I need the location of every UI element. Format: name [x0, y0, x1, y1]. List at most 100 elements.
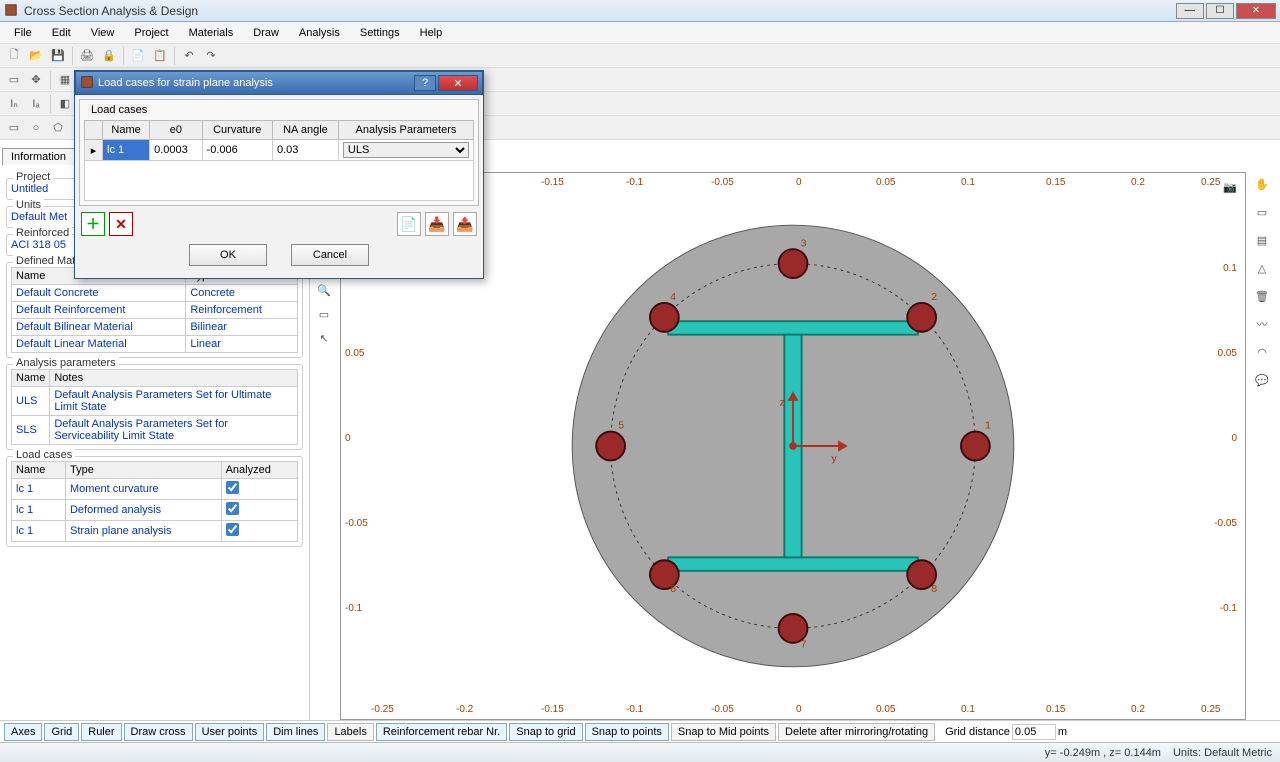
analyzed-check[interactable]: [226, 481, 239, 494]
table-row: ULSDefault Analysis Parameters Set for U…: [12, 387, 298, 416]
menu-project[interactable]: Project: [124, 25, 178, 41]
analyzed-check[interactable]: [226, 523, 239, 536]
toggle-snappoints[interactable]: Snap to points: [585, 723, 669, 741]
dialog-grid[interactable]: Name e0 Curvature NA angle Analysis Para…: [84, 120, 474, 161]
paste-icon[interactable]: 📋: [150, 46, 170, 66]
rebar[interactable]: [650, 303, 679, 332]
zoom-in-icon[interactable]: 🔍: [314, 280, 334, 300]
toggle-snapmid[interactable]: Snap to Mid points: [671, 723, 776, 741]
axis-tick: 0.25: [1201, 177, 1220, 188]
cell-curvature[interactable]: -0.006: [202, 140, 272, 161]
rebar[interactable]: [596, 432, 625, 461]
analyzed-check[interactable]: [226, 502, 239, 515]
axis-tick: 0.15: [1046, 704, 1065, 715]
curve-icon[interactable]: 〰: [1250, 312, 1274, 336]
import-rows-button[interactable]: 📥: [425, 212, 449, 236]
cancel-button[interactable]: Cancel: [291, 244, 369, 266]
menu-view[interactable]: View: [81, 25, 125, 41]
inertia-alt-icon[interactable]: Iₐ: [26, 94, 46, 114]
copy-rows-button[interactable]: 📄: [397, 212, 421, 236]
cell-name[interactable]: lc 1: [103, 140, 150, 161]
toggle-rebarnr[interactable]: Reinforcement rebar Nr.: [376, 723, 507, 741]
toggle-deleteaftermirror[interactable]: Delete after mirroring/rotating: [778, 723, 935, 741]
table-row: lc 1Moment curvature: [12, 479, 298, 500]
shape-rect-icon[interactable]: ▭: [4, 118, 24, 138]
toggle-axes[interactable]: Axes: [4, 723, 42, 741]
add-row-button[interactable]: ＋: [81, 212, 105, 236]
material-icon[interactable]: ◧: [55, 94, 75, 114]
pointer-icon[interactable]: ↖: [314, 328, 334, 348]
comment-icon[interactable]: 💬: [1250, 368, 1274, 392]
select-rect-icon[interactable]: ▭: [314, 304, 334, 324]
materials-table[interactable]: NameType Default ConcreteConcrete Defaul…: [11, 267, 298, 353]
dialog-title-bar[interactable]: Load cases for strain plane analysis ? ✕: [75, 71, 483, 95]
toggle-grid[interactable]: Grid: [44, 723, 79, 741]
table-row: ▸ lc 1 0.0003 -0.006 0.03 ULS: [85, 140, 474, 161]
select-icon[interactable]: ▭: [4, 70, 24, 90]
delete-row-button[interactable]: ✕: [109, 212, 133, 236]
move-icon[interactable]: ✥: [26, 70, 46, 90]
axis-tick: 0.1: [961, 177, 975, 188]
triangle-icon[interactable]: △: [1250, 256, 1274, 280]
z-axis-label: z: [780, 397, 785, 409]
menu-materials[interactable]: Materials: [179, 25, 244, 41]
load-cases-table[interactable]: NameTypeAnalyzed lc 1Moment curvature lc…: [11, 461, 298, 542]
cell-analysis[interactable]: ULS: [338, 140, 473, 161]
menu-analysis[interactable]: Analysis: [289, 25, 350, 41]
shape-poly-icon[interactable]: ⬠: [48, 118, 68, 138]
trash-icon[interactable]: 🗑: [1250, 284, 1274, 308]
menu-draw[interactable]: Draw: [243, 25, 289, 41]
copy-icon[interactable]: 📄: [128, 46, 148, 66]
arc-icon[interactable]: ◠: [1250, 340, 1274, 364]
shape-circle-icon[interactable]: ○: [26, 118, 46, 138]
close-button[interactable]: ✕: [1236, 3, 1276, 19]
grid-icon[interactable]: ▦: [55, 70, 75, 90]
print-icon[interactable]: 🖨: [77, 46, 97, 66]
load-cases-group: Load cases NameTypeAnalyzed lc 1Moment c…: [6, 456, 303, 547]
toggle-drawcross[interactable]: Draw cross: [124, 723, 193, 741]
cell-e0[interactable]: 0.0003: [150, 140, 202, 161]
rebar[interactable]: [779, 249, 808, 278]
menu-help[interactable]: Help: [410, 25, 453, 41]
screenshot-icon[interactable]: 📷: [1223, 181, 1237, 194]
cell-na-angle[interactable]: 0.03: [272, 140, 338, 161]
toggle-ruler[interactable]: Ruler: [81, 723, 121, 741]
export-rows-button[interactable]: 📤: [453, 212, 477, 236]
axis-tick: -0.1: [626, 177, 643, 188]
row-indicator[interactable]: ▸: [85, 140, 103, 161]
statusbar: y= -0.249m , z= 0.144m Units: Default Me…: [0, 742, 1280, 762]
new-file-icon[interactable]: 🗋: [4, 46, 24, 66]
axis-tick: -0.05: [711, 177, 734, 188]
analysis-params-table[interactable]: NameNotes ULSDefault Analysis Parameters…: [11, 369, 298, 445]
toggle-userpoints[interactable]: User points: [195, 723, 265, 741]
analysis-select[interactable]: ULS: [343, 142, 469, 158]
layers-icon[interactable]: ▤: [1250, 228, 1274, 252]
undo-icon[interactable]: ↶: [179, 46, 199, 66]
redo-icon[interactable]: ↷: [201, 46, 221, 66]
menu-settings[interactable]: Settings: [350, 25, 410, 41]
toggle-labels[interactable]: Labels: [327, 723, 373, 741]
menu-edit[interactable]: Edit: [42, 25, 81, 41]
panel-tab-information[interactable]: Information: [2, 148, 75, 165]
ok-button[interactable]: OK: [189, 244, 267, 266]
toggle-snapgrid[interactable]: Snap to grid: [509, 723, 582, 741]
toggle-dimlines[interactable]: Dim lines: [266, 723, 325, 741]
grid-distance-input[interactable]: [1012, 724, 1056, 740]
maximize-button[interactable]: ☐: [1206, 3, 1234, 19]
minimize-button[interactable]: —: [1176, 3, 1204, 19]
rebar[interactable]: [961, 432, 990, 461]
dialog-help-button[interactable]: ?: [414, 75, 436, 91]
save-file-icon[interactable]: 💾: [48, 46, 68, 66]
box-select-icon[interactable]: ▭: [1250, 200, 1274, 224]
hand-pan-icon[interactable]: ✋: [1250, 172, 1274, 196]
open-file-icon[interactable]: 📂: [26, 46, 46, 66]
units-readout: Units: Default Metric: [1173, 747, 1272, 759]
app-icon: [4, 3, 20, 19]
dialog-close-button[interactable]: ✕: [438, 75, 478, 91]
col-rowhdr: [85, 121, 103, 140]
menu-file[interactable]: File: [4, 25, 42, 41]
axis-tick: 0.05: [876, 704, 895, 715]
rebar[interactable]: [907, 303, 936, 332]
lock-icon[interactable]: 🔒: [99, 46, 119, 66]
inertia-icon[interactable]: Iₙ: [4, 94, 24, 114]
